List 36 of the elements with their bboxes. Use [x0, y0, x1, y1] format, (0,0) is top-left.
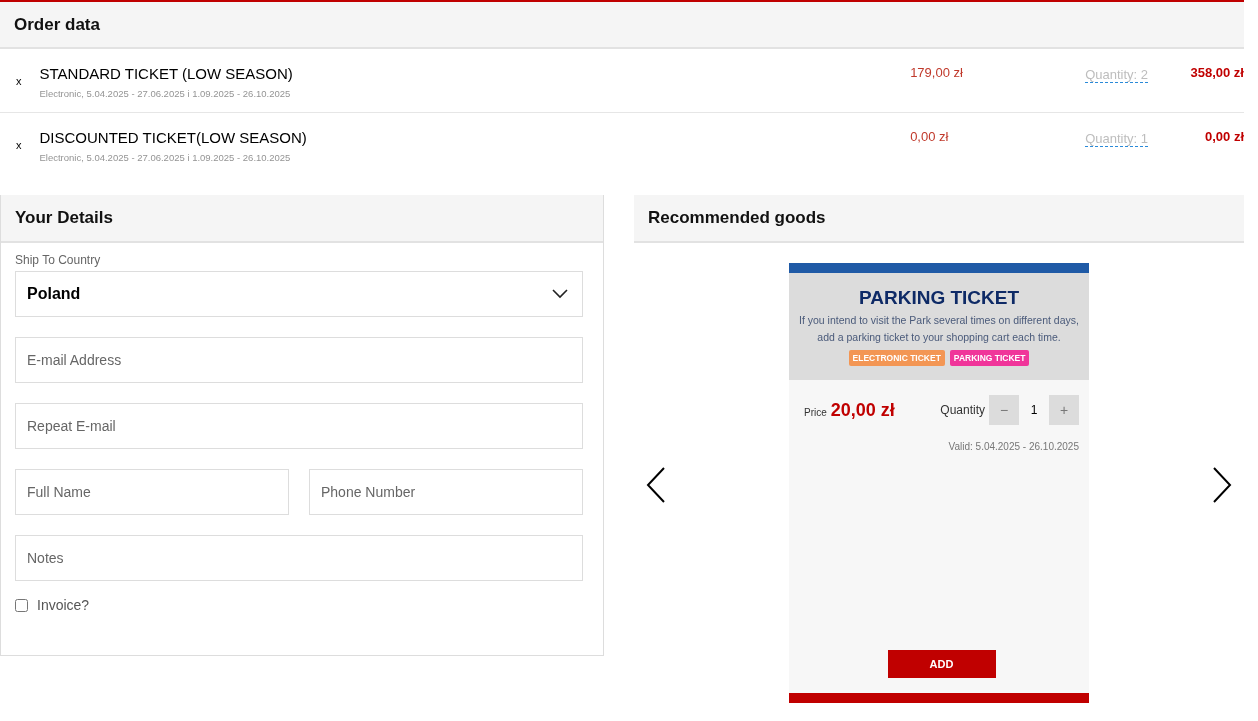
add-button[interactable]: ADD	[887, 650, 996, 678]
checkbox-label: Invoice?	[37, 597, 90, 613]
item-name: DISCOUNTED TICKET(LOW SEASON)	[39, 129, 308, 146]
input-field[interactable]: Full Name	[15, 469, 289, 515]
select-value: Poland	[27, 285, 81, 303]
invoice-checkbox[interactable]	[15, 598, 28, 612]
price-label: Price	[804, 406, 827, 418]
unit-price: 0,00 zł	[910, 129, 950, 144]
remove-button[interactable]: x	[16, 139, 22, 151]
product-price: 20,00 zł	[830, 399, 896, 421]
input-field[interactable]: Phone Number	[309, 469, 583, 515]
product-title: PARKING TICKET	[857, 287, 1021, 309]
section-title: Your Details	[15, 208, 113, 228]
quantity-label: Quantity	[940, 403, 985, 417]
chevron-down-icon	[552, 289, 568, 299]
increase-button[interactable]: +	[1049, 395, 1079, 425]
decrease-button[interactable]: −	[989, 395, 1019, 425]
item-total: 358,00 zł	[1189, 65, 1244, 80]
country-select[interactable]: Poland	[15, 271, 583, 317]
input-field[interactable]: Notes	[15, 535, 583, 581]
unit-price: 179,00 zł	[910, 65, 964, 80]
input-field[interactable]: E-mail Address	[15, 337, 583, 383]
input-field[interactable]: Repeat E-mail	[15, 403, 583, 449]
tag: ELECTRONIC TICKET	[848, 350, 945, 366]
item-details: Electronic, 5.04.2025 - 27.06.2025 i 1.09.2025 - 26.10.2025	[39, 152, 292, 163]
remove-button[interactable]: x	[16, 75, 22, 87]
item-total: 0,00 zł	[1203, 129, 1244, 144]
field-label: Ship To Country	[15, 253, 102, 267]
quantity-value: 1	[1029, 403, 1039, 417]
validity-text: Valid: 5.04.2025 - 26.10.2025	[947, 441, 1079, 452]
section-title: Order data	[14, 14, 100, 35]
product-description: If you intend to visit the Park several times on different days, add a parking ticket to your shopping cart each time.	[798, 313, 1080, 345]
section-title: Recommended goods	[648, 208, 826, 228]
item-name: STANDARD TICKET (LOW SEASON)	[39, 65, 294, 82]
tag: PARKING TICKET	[949, 350, 1030, 366]
item-details: Electronic, 5.04.2025 - 27.06.2025 i 1.09.2025 - 26.10.2025	[39, 88, 292, 99]
